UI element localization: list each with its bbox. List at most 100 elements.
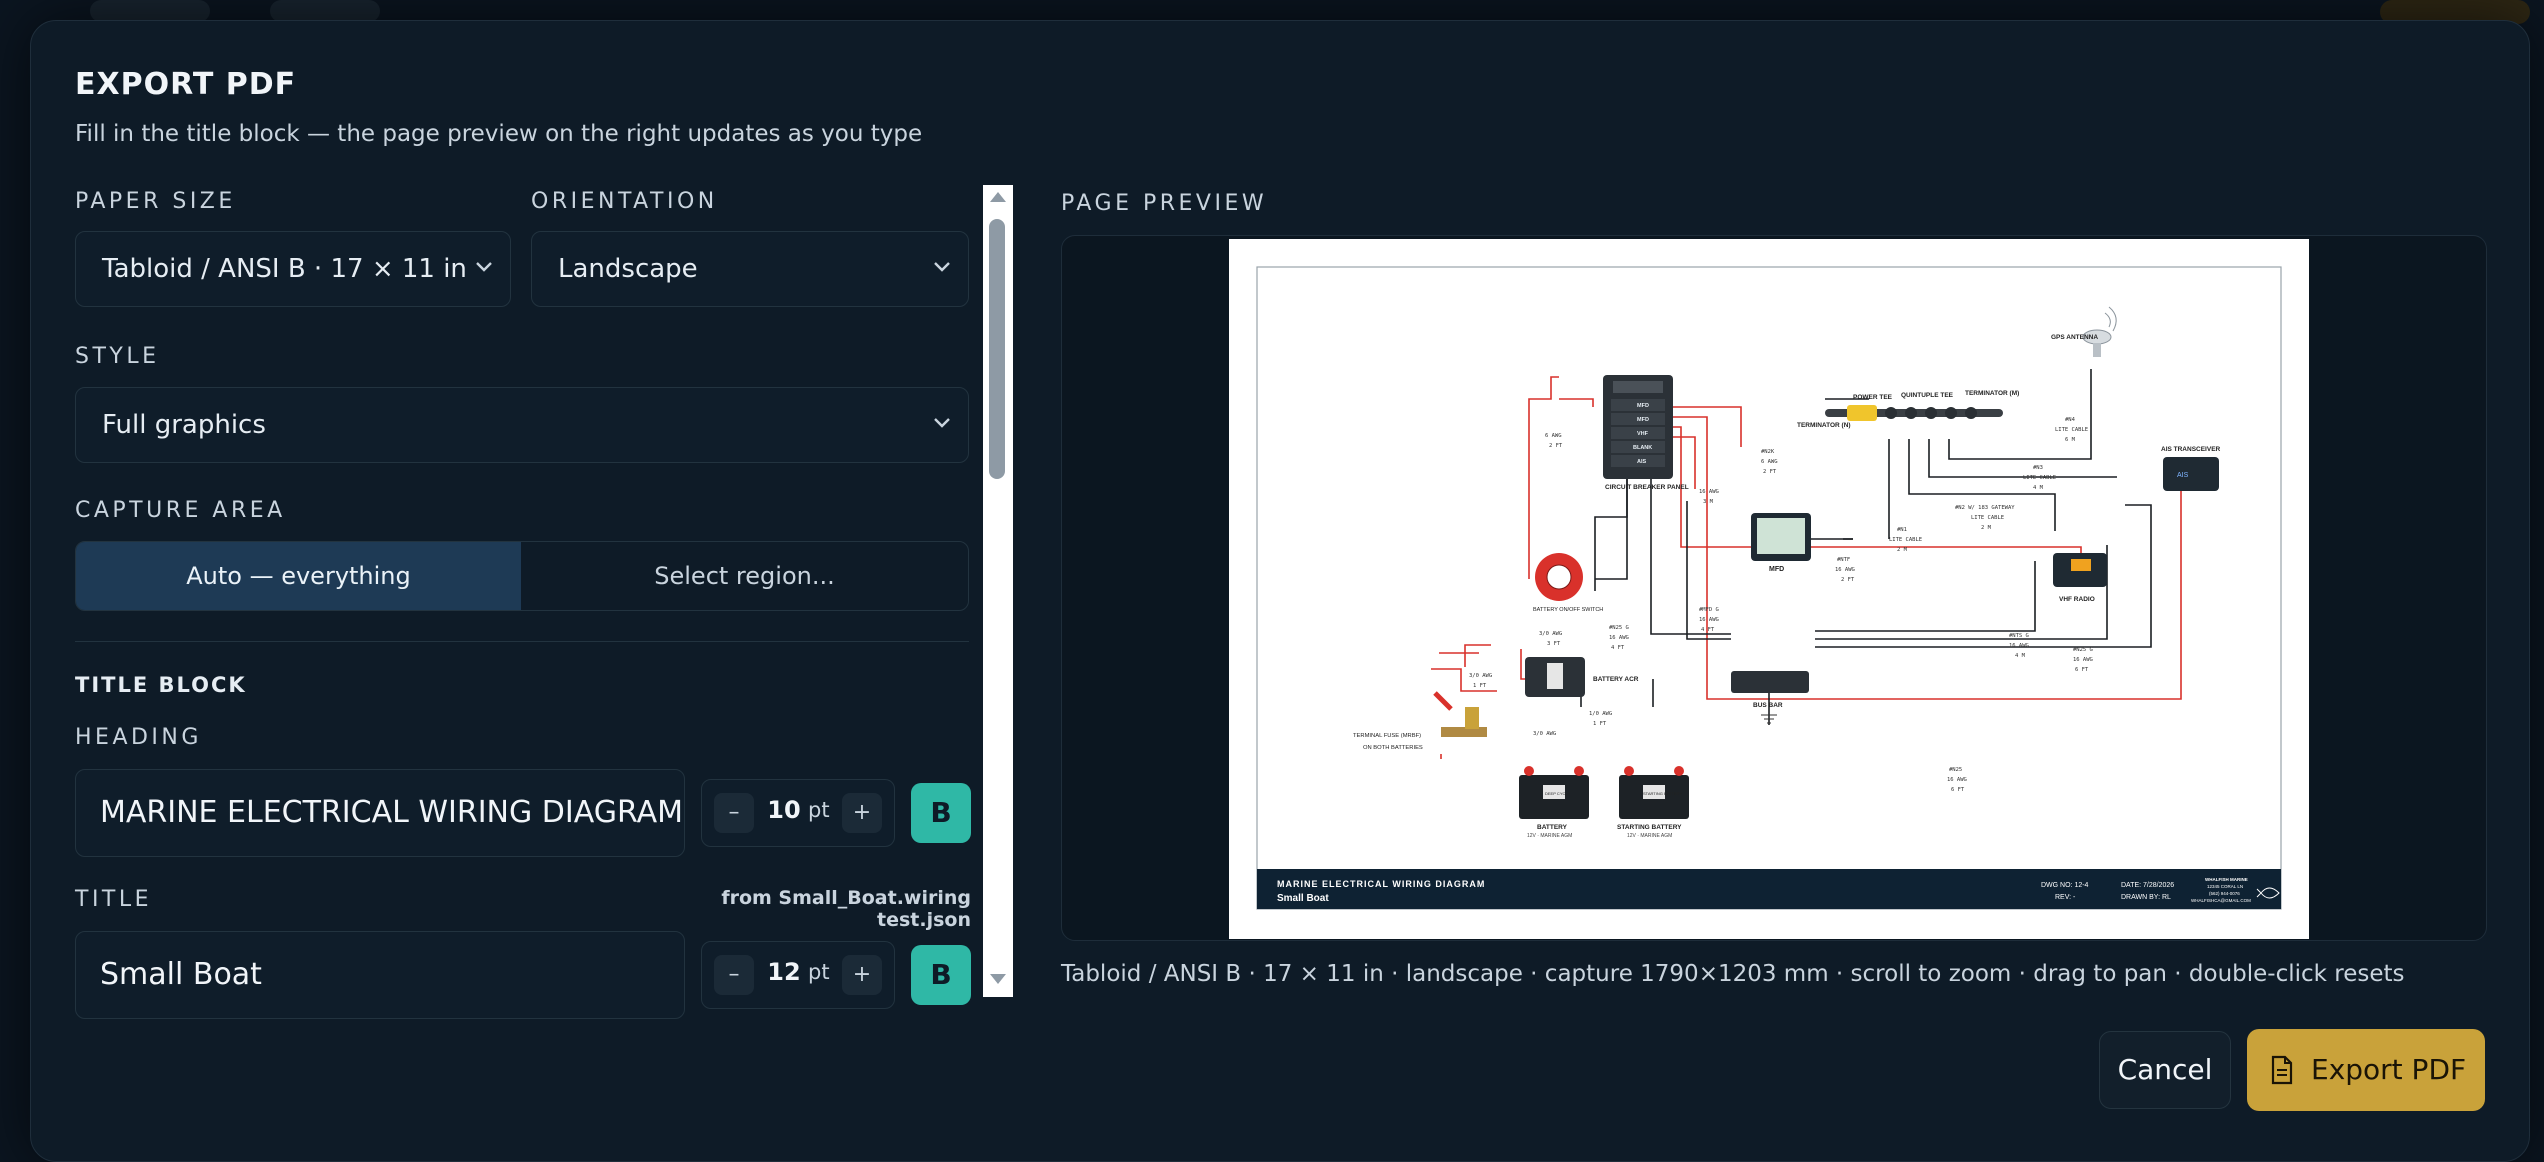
power-tee-icon: [1847, 405, 1877, 421]
scroll-down-arrow-icon[interactable]: [989, 973, 1007, 985]
background-header-mid: [270, 0, 380, 22]
title-label: TITLE: [75, 887, 153, 912]
scroll-up-arrow-icon[interactable]: [989, 191, 1007, 203]
circuit-breaker-panel-label: CIRCUIT BREAKER PANEL: [1605, 484, 1689, 491]
battery-acr-label: BATTERY ACR: [1593, 676, 1639, 683]
wire-label: 4 M: [2033, 485, 2044, 491]
paper-size-label: PAPER SIZE: [75, 189, 236, 214]
title-input[interactable]: Small Boat: [75, 931, 685, 1019]
fuse-note: ON BOTH BATTERIES: [1363, 745, 1423, 751]
heading-size-stepper: – 10 pt +: [701, 779, 895, 847]
sheet-rev: REV: -: [2055, 894, 2076, 901]
starting-battery-label: STARTING BATTERY: [1617, 824, 1682, 831]
title-bold-toggle[interactable]: B: [911, 945, 971, 1005]
heading-bold-toggle[interactable]: B: [911, 783, 971, 843]
wire-label: #MFD G: [1699, 607, 1719, 613]
battery-switch-label: BATTERY ON/OFF SWITCH: [1533, 607, 1603, 613]
sheet-company-email: WHALFISHCA@GMAIL.COM: [2191, 898, 2251, 903]
sheet-title-bar: [1257, 869, 2281, 909]
export-pdf-button[interactable]: Export PDF: [2247, 1029, 2485, 1111]
wire-label: LITE CABLE: [1889, 537, 1922, 543]
wire-label: #NTS G: [2009, 633, 2029, 639]
wiring-diagram-preview: GPS ANTENNA POWER TEE QUINTUPLE TEE TERM…: [1256, 266, 2282, 910]
wire-label: 1/0 AWG: [1589, 711, 1612, 717]
capture-auto-button[interactable]: Auto — everything: [76, 542, 521, 610]
cancel-button[interactable]: Cancel: [2099, 1031, 2231, 1109]
heading-input[interactable]: MARINE ELECTRICAL WIRING DIAGRAM: [75, 769, 685, 857]
settings-scrollbar-thumb[interactable]: [989, 219, 1005, 479]
wire-label: 4 FT: [1701, 627, 1715, 633]
preview-caption: Tabloid / ANSI B · 17 × 11 in · landscap…: [1061, 961, 2405, 987]
wire-label: 2 FT: [1549, 443, 1563, 449]
dialog-subtitle: Fill in the title block — the page previ…: [75, 121, 923, 147]
sheet-drawn-by: DRAWN BY: RL: [2121, 894, 2171, 901]
ais-display-text: AIS: [2177, 472, 2189, 479]
style-label: STYLE: [75, 344, 160, 369]
sheet-dwg-no: DWG NO: 12-4: [2041, 882, 2089, 889]
ais-transceiver-label: AIS TRANSCEIVER: [2161, 446, 2221, 453]
wire-label: 4 M: [2015, 653, 2026, 659]
breaker-1: MFD: [1637, 403, 1649, 409]
style-select[interactable]: Full graphics: [75, 387, 969, 463]
paper-size-select[interactable]: Tabloid / ANSI B · 17 × 11 in: [75, 231, 511, 307]
heading-label: HEADING: [75, 725, 202, 750]
background-header-left: [90, 0, 210, 22]
gps-antenna-label: GPS ANTENNA: [2051, 334, 2098, 341]
wire-label: LITE CABLE: [2055, 427, 2088, 433]
heading-size-decrease-button[interactable]: –: [714, 793, 754, 833]
heading-size-increase-button[interactable]: +: [842, 793, 882, 833]
sheet-date: DATE: 7/28/2026: [2121, 882, 2174, 889]
wire-label: 6 AWG: [1545, 433, 1562, 439]
title-block-section-title: TITLE BLOCK: [75, 673, 247, 697]
dialog-title: EXPORT PDF: [75, 67, 297, 102]
terminal-fuse-icon: [1433, 691, 1487, 737]
heading-size-unit: pt: [808, 798, 830, 822]
title-size-stepper: – 12 pt +: [701, 941, 895, 1009]
ais-transceiver-icon: [2163, 457, 2219, 491]
sheet-company-phone: (562) 944-0076: [2209, 891, 2240, 896]
wire-label: 4 FT: [1611, 645, 1625, 651]
wire-label: 6 FT: [1951, 787, 1965, 793]
wire-label: #NTF: [1837, 557, 1850, 563]
wire-label: 16 AWG: [2009, 643, 2029, 649]
wire-label: LITE CABLE: [1971, 515, 2004, 521]
capture-area-label: CAPTURE AREA: [75, 498, 286, 523]
wire-label: 6 AWG: [1761, 459, 1778, 465]
bus-bar-icon: [1731, 671, 1809, 693]
starting-battery-sticker: STARTING BATTERY: [1643, 791, 1682, 796]
wire-label: 2 FT: [1841, 577, 1855, 583]
terminator-m-label: TERMINATOR (M): [1965, 390, 2019, 397]
house-battery-spec: 12V · MARINE AGM: [1527, 833, 1572, 839]
document-icon: [2271, 1055, 2293, 1085]
orientation-select[interactable]: Landscape: [531, 231, 969, 307]
title-size-decrease-button[interactable]: –: [714, 955, 754, 995]
paper-size-value: Tabloid / ANSI B · 17 × 11 in: [102, 254, 467, 284]
chevron-down-icon: [476, 262, 492, 272]
capture-select-region-button[interactable]: Select region...: [521, 542, 968, 610]
quintuple-tee-label: QUINTUPLE TEE: [1901, 392, 1954, 399]
sheet-company-address: 12345 CORAL LN: [2207, 884, 2243, 889]
wire-label: 1 FT: [1473, 683, 1487, 689]
breaker-4: BLANK: [1633, 445, 1652, 451]
wire-label: 2 FT: [1763, 469, 1777, 475]
house-battery-label: BATTERY: [1537, 824, 1568, 831]
power-tee-label: POWER TEE: [1853, 394, 1893, 401]
section-divider: [75, 641, 969, 642]
wire-label: 16 AWG: [2073, 657, 2093, 663]
style-value: Full graphics: [102, 410, 266, 440]
wire-label: LITE CABLE: [2023, 475, 2056, 481]
title-size-increase-button[interactable]: +: [842, 955, 882, 995]
title-size-unit: pt: [808, 960, 830, 984]
wire-label: #N2K: [1761, 449, 1775, 455]
wire-label: 6 FT: [2075, 667, 2089, 673]
mfd-label: MFD: [1769, 566, 1784, 573]
breaker-2: MFD: [1637, 417, 1649, 423]
sheet-heading: MARINE ELECTRICAL WIRING DIAGRAM: [1277, 879, 1485, 889]
breaker-5: AIS: [1637, 459, 1647, 465]
wire-label: 2 M: [1897, 547, 1908, 553]
wire-label: 16 AWG: [1609, 635, 1629, 641]
heading-size-value: 10: [767, 796, 801, 824]
chevron-down-icon: [934, 418, 950, 428]
page-preview-sheet[interactable]: GPS ANTENNA POWER TEE QUINTUPLE TEE TERM…: [1229, 239, 2309, 939]
wire-label: 1 FT: [1593, 721, 1607, 727]
